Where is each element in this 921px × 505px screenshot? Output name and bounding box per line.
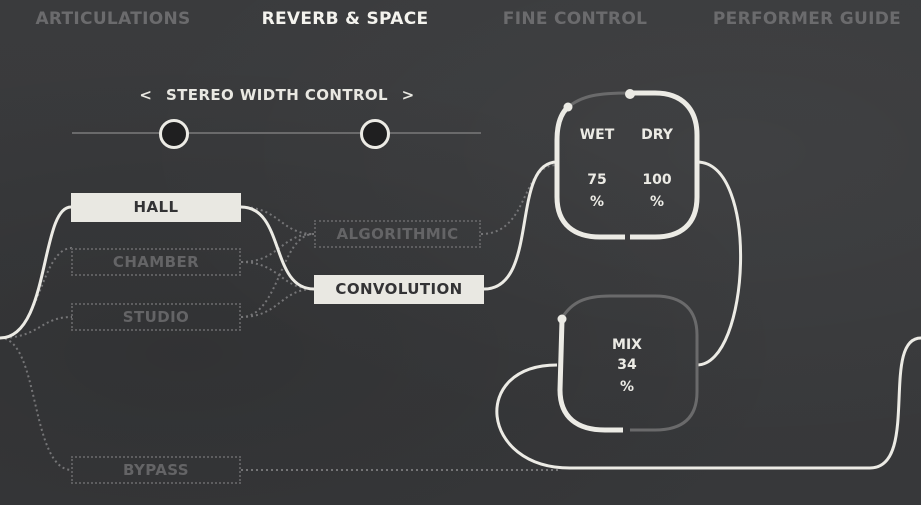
- mix-value: 34: [617, 357, 637, 373]
- room-studio-button[interactable]: STUDIO: [71, 303, 241, 331]
- mix-unit: %: [619, 379, 635, 395]
- wire-chamber-convolution: [240, 261, 315, 290]
- wire-algorithmic-wetdry: [480, 164, 558, 235]
- wire-wetdry-mix: [696, 160, 742, 367]
- wet-unit: %: [589, 194, 605, 210]
- wire-studio-convolution: [240, 288, 315, 318]
- wet-handle: [563, 102, 573, 112]
- wire-hall-algorithmic: [240, 206, 315, 235]
- room-bypass-button[interactable]: BYPASS: [71, 456, 241, 484]
- wire-hall-convolution: [240, 205, 315, 291]
- room-hall-button[interactable]: HALL: [71, 193, 241, 222]
- wet-label: WET: [579, 127, 615, 143]
- dry-label: DRY: [641, 127, 673, 143]
- dry-arc: [630, 90, 700, 240]
- wet-dry-dial[interactable]: [554, 89, 700, 240]
- dry-unit: %: [649, 194, 665, 210]
- mix-label: MIX: [612, 337, 642, 353]
- engine-algorithmic-button[interactable]: ALGORITHMIC: [314, 220, 481, 248]
- wet-dry-arc-track: [566, 91, 631, 110]
- wire-input-hall: [0, 205, 72, 340]
- mix-handle: [557, 314, 567, 324]
- wire-convolution-wetdry: [483, 160, 558, 291]
- wire-input-bypass: [0, 337, 73, 471]
- room-chamber-button[interactable]: CHAMBER: [71, 248, 241, 276]
- engine-convolution-button[interactable]: CONVOLUTION: [314, 275, 484, 304]
- wet-value: 75: [587, 172, 607, 188]
- dry-value: 100: [642, 172, 672, 188]
- dry-handle: [625, 89, 635, 99]
